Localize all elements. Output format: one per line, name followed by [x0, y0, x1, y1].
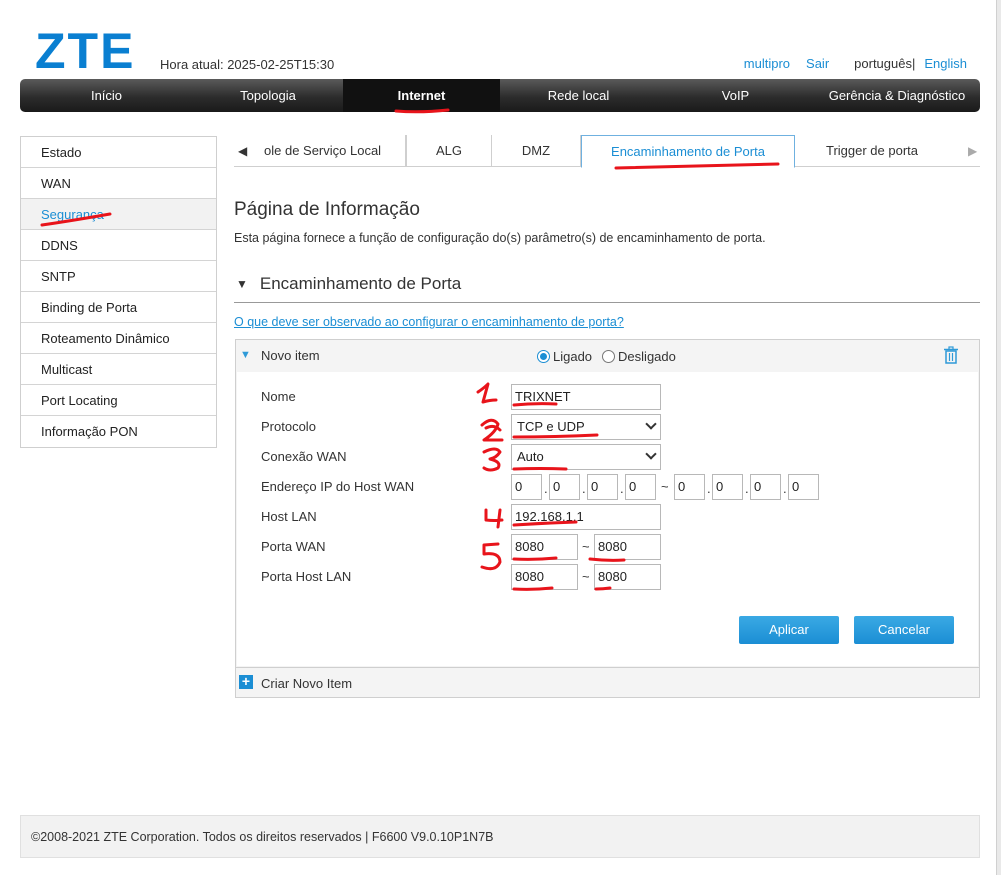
language-english-link[interactable]: English	[924, 56, 967, 71]
nav-item-internet[interactable]: Internet	[343, 79, 500, 112]
wan-connection-select[interactable]: Auto	[511, 444, 661, 470]
section-header[interactable]: ▼ Encaminhamento de Porta	[236, 274, 461, 294]
range-separator: ~	[582, 539, 590, 554]
protocol-value: TCP e UDP	[517, 419, 585, 434]
user-link[interactable]: multipro	[744, 56, 790, 71]
wan-host-ip-label: Endereço IP do Host WAN	[261, 479, 415, 494]
page-description: Esta página fornece a função de configur…	[234, 231, 766, 245]
tab-controle-servico-local[interactable]: ole de Serviço Local	[264, 135, 406, 167]
tab-alg[interactable]: ALG	[406, 135, 492, 167]
item-title: Novo item	[261, 348, 320, 363]
radio-desligado-label: Desligado	[618, 349, 676, 364]
ip-dot: .	[620, 481, 624, 496]
wan-ip-end-octet-3[interactable]: 0	[750, 474, 781, 500]
sidebar-item-roteamento-dinamico[interactable]: Roteamento Dinâmico	[21, 323, 216, 354]
item-form: Nome TRIXNET Protocolo TCP e UDP Conexão…	[237, 372, 978, 666]
protocol-label: Protocolo	[261, 419, 316, 434]
collapse-triangle-icon[interactable]: ▼	[236, 277, 248, 291]
page-title: Página de Informação	[234, 199, 420, 220]
ip-dot: .	[544, 481, 548, 496]
sidebar-item-seguranca[interactable]: Segurança	[21, 199, 216, 230]
nav-item-rede-local[interactable]: Rede local	[500, 79, 657, 112]
wan-ip-end-octet-4[interactable]: 0	[788, 474, 819, 500]
sidebar: Estado WAN Segurança DDNS SNTP Binding d…	[20, 136, 217, 448]
top-links: multipro Sair português| English	[744, 56, 967, 71]
window-edge	[996, 0, 1001, 875]
sidebar-item-wan[interactable]: WAN	[21, 168, 216, 199]
wan-ip-end-octet-2[interactable]: 0	[712, 474, 743, 500]
section-title: Encaminhamento de Porta	[259, 274, 462, 293]
sidebar-item-sntp[interactable]: SNTP	[21, 261, 216, 292]
wan-ip-start-octet-4[interactable]: 0	[625, 474, 656, 500]
sidebar-item-port-locating[interactable]: Port Locating	[21, 385, 216, 416]
language-current: português|	[854, 56, 916, 71]
wan-connection-value: Auto	[517, 449, 544, 464]
wan-port-label: Porta WAN	[261, 539, 326, 554]
tabs-scroll-right-icon[interactable]: ▶	[968, 135, 977, 167]
ip-dot: .	[707, 481, 711, 496]
sidebar-item-multicast[interactable]: Multicast	[21, 354, 216, 385]
wan-ip-start-octet-3[interactable]: 0	[587, 474, 618, 500]
wan-ip-start-octet-1[interactable]: 0	[511, 474, 542, 500]
sidebar-item-informacao-pon[interactable]: Informação PON	[21, 416, 216, 447]
cancel-button[interactable]: Cancelar	[854, 616, 954, 644]
lan-host-label: Host LAN	[261, 509, 317, 524]
trash-icon[interactable]	[943, 346, 959, 364]
create-item-bar: + Criar Novo Item	[236, 667, 979, 697]
protocol-select[interactable]: TCP e UDP	[511, 414, 661, 440]
lan-port-end-input[interactable]: 8080	[594, 564, 661, 590]
sidebar-item-binding-de-porta[interactable]: Binding de Porta	[21, 292, 216, 323]
wan-ip-end-octet-1[interactable]: 0	[674, 474, 705, 500]
radio-desligado[interactable]	[602, 350, 616, 363]
help-link[interactable]: O que deve ser observado ao configurar o…	[234, 315, 624, 329]
chevron-down-icon	[645, 418, 657, 430]
tab-trigger-de-porta[interactable]: Trigger de porta	[795, 135, 949, 167]
current-time: Hora atual: 2025-02-25T15:30	[160, 57, 335, 72]
radio-ligado-label: Ligado	[553, 349, 593, 364]
chevron-down-icon	[645, 448, 657, 460]
main-nav: Início Topologia Internet Rede local VoI…	[20, 79, 980, 112]
range-separator: ~	[582, 569, 590, 584]
wan-ip-start-octet-2[interactable]: 0	[549, 474, 580, 500]
lan-port-label: Porta Host LAN	[261, 569, 352, 584]
wan-connection-label: Conexão WAN	[261, 449, 347, 464]
port-forward-item-panel: ▼ Novo item Ligado Desligado Nome TRIXNE…	[235, 339, 980, 698]
expand-triangle-icon[interactable]: ▼	[240, 349, 251, 361]
sub-tabs: ◀ ole de Serviço Local ALG DMZ Encaminha…	[234, 135, 980, 168]
wan-port-end-input[interactable]: 8080	[594, 534, 661, 560]
name-input[interactable]: TRIXNET	[511, 384, 661, 410]
tab-encaminhamento-de-porta[interactable]: Encaminhamento de Porta	[581, 135, 795, 168]
nav-item-gerencia[interactable]: Gerência & Diagnóstico	[814, 79, 980, 112]
ip-dot: .	[582, 481, 586, 496]
footer: ©2008-2021 ZTE Corporation. Todos os dir…	[20, 815, 980, 858]
nav-item-voip[interactable]: VoIP	[657, 79, 814, 112]
radio-ligado[interactable]	[537, 350, 550, 363]
lan-host-input[interactable]: 192.168.1.1	[511, 504, 661, 530]
tabs-scroll-left-icon[interactable]: ◀	[238, 135, 247, 167]
create-new-item-link[interactable]: Criar Novo Item	[261, 676, 352, 691]
lan-port-start-input[interactable]: 8080	[511, 564, 578, 590]
enable-radio-group: Ligado Desligado	[537, 349, 676, 364]
section-divider	[234, 302, 980, 303]
nav-item-inicio[interactable]: Início	[20, 79, 193, 112]
ip-dot: .	[745, 481, 749, 496]
apply-button[interactable]: Aplicar	[739, 616, 839, 644]
wan-port-start-input[interactable]: 8080	[511, 534, 578, 560]
zte-logo: ZTE	[35, 23, 136, 79]
range-separator: ~	[661, 479, 669, 494]
sidebar-item-estado[interactable]: Estado	[21, 137, 216, 168]
item-header: ▼ Novo item Ligado Desligado	[236, 340, 979, 372]
tab-dmz[interactable]: DMZ	[492, 135, 581, 167]
logout-link[interactable]: Sair	[806, 56, 829, 71]
name-label: Nome	[261, 389, 296, 404]
sidebar-item-ddns[interactable]: DDNS	[21, 230, 216, 261]
plus-icon[interactable]: +	[239, 674, 253, 689]
nav-item-topologia[interactable]: Topologia	[193, 79, 343, 112]
ip-dot: .	[783, 481, 787, 496]
